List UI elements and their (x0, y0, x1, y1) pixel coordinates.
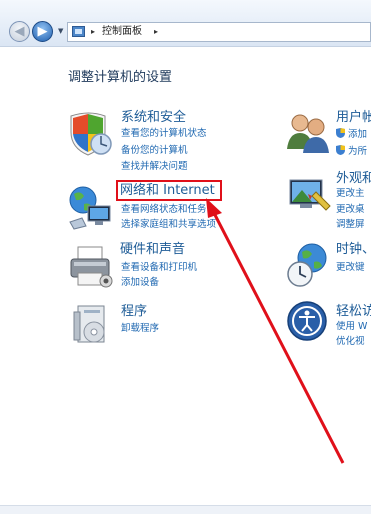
annotation-arrow-icon (206, 198, 345, 464)
